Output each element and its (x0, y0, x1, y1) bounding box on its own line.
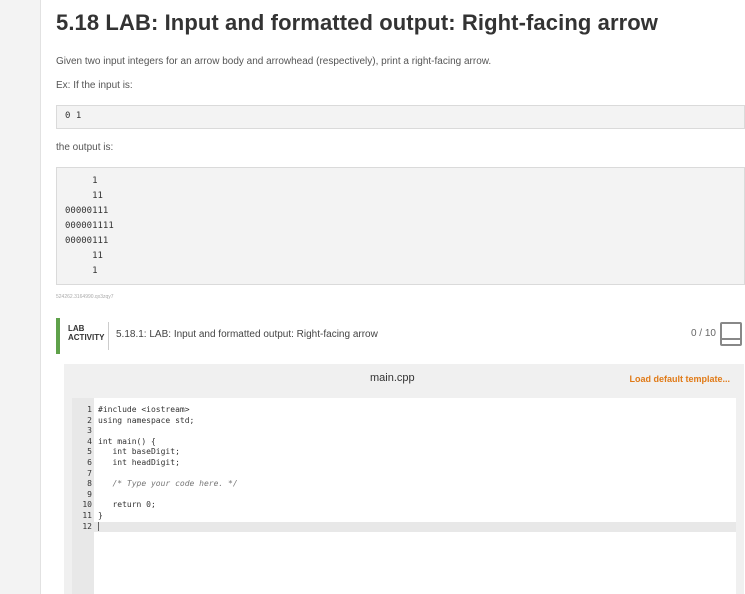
code-text: int headDigit; (98, 457, 180, 467)
output-line: 11 (65, 251, 103, 261)
line-number: 8 (87, 479, 92, 489)
code-line[interactable]: 6 int headDigit; (72, 458, 736, 469)
page-title: 5.18 LAB: Input and formatted output: Ri… (56, 10, 659, 35)
editor-toolbar: main.cpp Load default template... (64, 364, 744, 392)
line-number: 7 (87, 468, 92, 478)
code-text: using namespace std; (98, 415, 195, 425)
code-text: } (98, 510, 103, 520)
code-line[interactable]: 7 (72, 469, 736, 480)
code-lines[interactable]: 1 #include <iostream> 2 using namespace st… (72, 405, 736, 533)
content-hash: 524262.3164990.qx3zqy7 (56, 294, 114, 300)
score-text: 0 / 10 (690, 328, 716, 339)
code-text: return 0; (98, 500, 156, 510)
line-number: 3 (87, 426, 92, 436)
code-line[interactable]: 11} (72, 511, 736, 522)
lab-accent-bar (56, 318, 60, 354)
code-editor[interactable]: 1 #include <iostream> 2 using namespace st… (72, 398, 736, 594)
divider (108, 322, 109, 350)
output-line: 11 (65, 191, 103, 201)
code-line[interactable]: 4 int main() { (72, 437, 736, 448)
code-line[interactable]: 5 int baseDigit; (72, 447, 736, 458)
output-line: 00000111 (65, 236, 109, 246)
output-line: 00000111 (65, 206, 109, 216)
text-cursor (98, 521, 99, 533)
load-default-template-link[interactable]: Load default template... (629, 374, 730, 384)
code-line[interactable]: 3 (72, 426, 736, 437)
code-text: #include <iostream> (98, 405, 190, 414)
code-line[interactable]: 8 /* Type your code here. */ (72, 479, 736, 490)
lab-type-line1: LAB (68, 324, 85, 333)
example-input-text: 0 1 (65, 111, 82, 121)
line-number: 10 (82, 500, 92, 510)
line-number: 11 (82, 510, 92, 520)
code-editor-panel: main.cpp Load default template... 1 #incl… (64, 364, 744, 594)
example-label: Ex: If the input is: (56, 80, 133, 91)
code-line[interactable]: 1 #include <iostream> (72, 405, 736, 416)
code-line[interactable]: 9 (72, 490, 736, 501)
line-number: 4 (87, 436, 92, 446)
code-line[interactable]: 10 return 0; (72, 500, 736, 511)
lab-type-line2: ACTIVITY (68, 333, 105, 342)
example-output-box: 1 11 00000111 000001111 00000111 11 1 (56, 167, 745, 285)
output-line: 1 (65, 266, 98, 276)
line-number: 6 (87, 457, 92, 467)
lab-activity-name: 5.18.1: LAB: Input and formatted output:… (116, 329, 378, 340)
output-label: the output is: (56, 142, 114, 153)
code-line-active[interactable]: 12 (72, 521, 736, 533)
code-text: int main() { (98, 436, 156, 446)
example-input-box: 0 1 (56, 105, 745, 129)
lab-page: 5.18 LAB: Input and formatted output: Ri… (40, 0, 745, 594)
code-text: int baseDigit; (98, 447, 180, 457)
left-rail (0, 0, 40, 594)
line-number: 9 (87, 489, 92, 499)
completion-badge-icon (720, 322, 742, 346)
lab-activity-header: LAB ACTIVITY 5.18.1: LAB: Input and form… (56, 318, 745, 354)
lab-type-label: LAB ACTIVITY (68, 324, 104, 342)
output-line: 000001111 (65, 221, 114, 231)
line-number: 5 (87, 447, 92, 457)
code-comment: /* Type your code here. */ (98, 479, 238, 489)
line-number: 12 (82, 521, 92, 531)
output-line: 1 (65, 176, 98, 186)
line-number: 2 (87, 415, 92, 425)
line-number: 1 (87, 405, 92, 414)
code-line[interactable]: 2 using namespace std; (72, 416, 736, 427)
file-name-tab[interactable]: main.cpp (370, 372, 415, 384)
lab-description: Given two input integers for an arrow bo… (56, 56, 492, 67)
